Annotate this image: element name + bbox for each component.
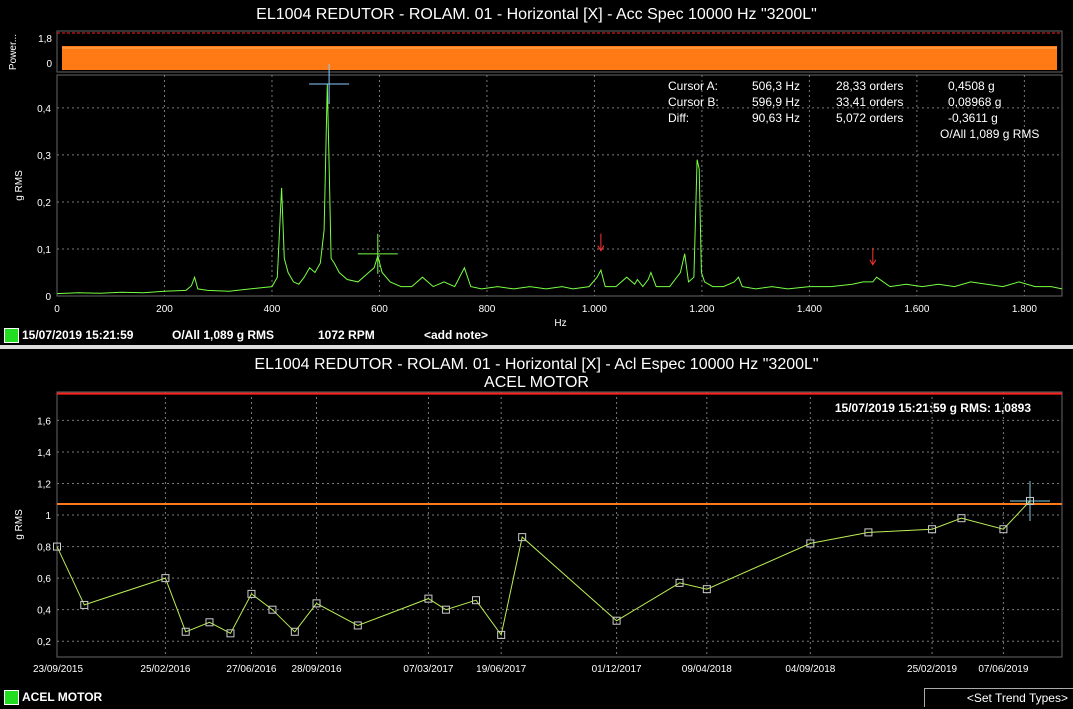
spectrum-y-tick-label: 0,2 [37, 198, 51, 209]
trend-point [205, 618, 214, 627]
trend-point [290, 627, 299, 636]
cursor-info-orders: 33,41 orders [836, 95, 904, 109]
trend-point [161, 574, 170, 583]
trend-point [497, 630, 506, 639]
spectrum-series-line [56, 84, 1063, 295]
trend-point [441, 605, 450, 614]
cursor-info-name: Cursor B: [668, 95, 719, 109]
spectrum-chart[interactable]: Power... 1,8000,10,20,30,40 200 400 600 800 1.… [0, 0, 1073, 330]
trend-series-name: ACEL MOTOR [22, 690, 103, 704]
trend-color-swatch[interactable] [4, 690, 19, 705]
series-color-swatch[interactable] [4, 328, 19, 343]
trend-point [675, 578, 684, 587]
trend-point [247, 589, 256, 598]
cursor-info-orders: 28,33 orders [836, 79, 904, 93]
trend-y-tick-label: 1 [45, 511, 51, 522]
trend-point [226, 629, 235, 638]
status-date: 15/07/2019 15:21:59 [22, 328, 134, 342]
trend-point [181, 627, 190, 636]
trend-point [957, 514, 966, 523]
power-axis-label: Power... [8, 34, 19, 70]
trend-x-tick-label: 19/06/2017 [476, 664, 526, 675]
trend-status-bar: ACEL MOTOR <Set Trend Types> [0, 687, 1073, 707]
trend-y-tick-label: 1,4 [37, 448, 51, 459]
trend-point [312, 599, 321, 608]
trend-x-tick-label: 07/03/2017 [403, 664, 453, 675]
trend-readout: 15/07/2019 15:21:59 g RMS: 1,0893 [834, 401, 1031, 415]
trend-point [806, 539, 815, 548]
cursor-info-hz: 90,63 Hz [752, 111, 801, 125]
power-tick-label: 1,8 [38, 34, 52, 45]
cursor-info-name: Cursor A: [668, 79, 719, 93]
cursor-info-amp: 0,08968 g [948, 95, 1002, 109]
spectrum-x-tick-label: 1.000 [582, 304, 607, 315]
trend-point [518, 533, 527, 542]
trend-y-tick-label: 0,8 [37, 543, 51, 554]
trend-x-tick-label: 09/04/2018 [682, 664, 732, 675]
spectrum-x-tick-label: 600 [371, 304, 388, 315]
power-band-bar [62, 46, 1057, 70]
overall-readout: O/All 1,089 g RMS [940, 127, 1040, 141]
trend-point [1026, 496, 1034, 505]
trend-y-tick-label: 1,2 [37, 479, 51, 490]
trend-series-line [56, 500, 1031, 637]
trend-x-tick-label: 23/09/2015 [33, 664, 83, 675]
cursor-info-amp: -0,3611 g [948, 111, 998, 125]
spectrum-x-tick-label: 1.800 [1012, 304, 1037, 315]
trend-point [53, 542, 61, 551]
trend-point [80, 600, 89, 609]
trend-point [928, 525, 937, 534]
status-overall: O/All 1,089 g RMS [172, 328, 275, 342]
trend-x-tick-label: 07/06/2019 [978, 664, 1028, 675]
trend-y-tick-label: 0,2 [37, 637, 51, 648]
trend-point [424, 594, 433, 603]
trend-point [353, 621, 362, 630]
trend-subtitle: ACEL MOTOR [484, 374, 589, 391]
cursor-info-amp: 0,4508 g [948, 79, 995, 93]
spectrum-x-tick-label: 200 [156, 304, 173, 315]
trend-x-tick-label: 04/09/2018 [785, 664, 835, 675]
spectrum-status-bar: 15/07/2019 15:21:59 O/All 1,089 g RMS 10… [0, 326, 1073, 344]
trend-point [471, 596, 480, 605]
power-tick-label: 0 [46, 59, 52, 70]
trend-y-tick-label: 0,6 [37, 574, 51, 585]
spectrum-x-tick-label: 1.200 [689, 304, 714, 315]
trend-x-tick-label: 01/12/2017 [592, 664, 642, 675]
trend-title: EL1004 REDUTOR - ROLAM. 01 - Horizontal … [254, 356, 819, 373]
spectrum-y-tick-label: 0,4 [37, 104, 51, 115]
trend-x-tick-label: 27/06/2016 [226, 664, 276, 675]
spectrum-x-tick-label: 400 [264, 304, 281, 315]
cursor-info-hz: 506,3 Hz [752, 79, 801, 93]
cursor-info-name: Diff: [668, 111, 690, 125]
trend-y-tick-label: 0,4 [37, 606, 51, 617]
spectrum-y-tick-label: 0,3 [37, 151, 51, 162]
trend-point [864, 528, 873, 537]
status-rpm: 1072 RPM [318, 328, 375, 342]
trend-point [268, 605, 277, 614]
cursor-info-orders: 5,072 orders [836, 111, 904, 125]
trend-y-tick-label: 1,6 [37, 416, 51, 427]
spectrum-x-tick-label: 0 [54, 304, 60, 315]
spectrum-x-tick-label: 1.600 [904, 304, 929, 315]
trend-point [999, 525, 1008, 534]
cursor-info-hz: 596,9 Hz [752, 95, 801, 109]
spectrum-x-tick-label: 1.400 [797, 304, 822, 315]
spectrum-x-tick-label: 800 [479, 304, 496, 315]
set-trend-types-button[interactable]: <Set Trend Types> [924, 688, 1073, 707]
trend-x-tick-label: 25/02/2019 [907, 664, 957, 675]
panel-separator[interactable] [0, 345, 1073, 349]
spectrum-y-tick-label: 0,1 [37, 245, 51, 256]
trend-point [612, 616, 621, 625]
trend-y-axis-label: g RMS [14, 509, 25, 540]
spectrum-y-tick-label: 0 [45, 292, 51, 303]
trend-plot-frame [56, 391, 1063, 658]
trend-x-tick-label: 25/02/2016 [140, 664, 190, 675]
spectrum-y-axis-label: g RMS [14, 170, 25, 201]
trend-x-tick-label: 28/09/2016 [291, 664, 341, 675]
add-note-link[interactable]: <add note> [424, 328, 488, 342]
trend-point [702, 585, 711, 594]
